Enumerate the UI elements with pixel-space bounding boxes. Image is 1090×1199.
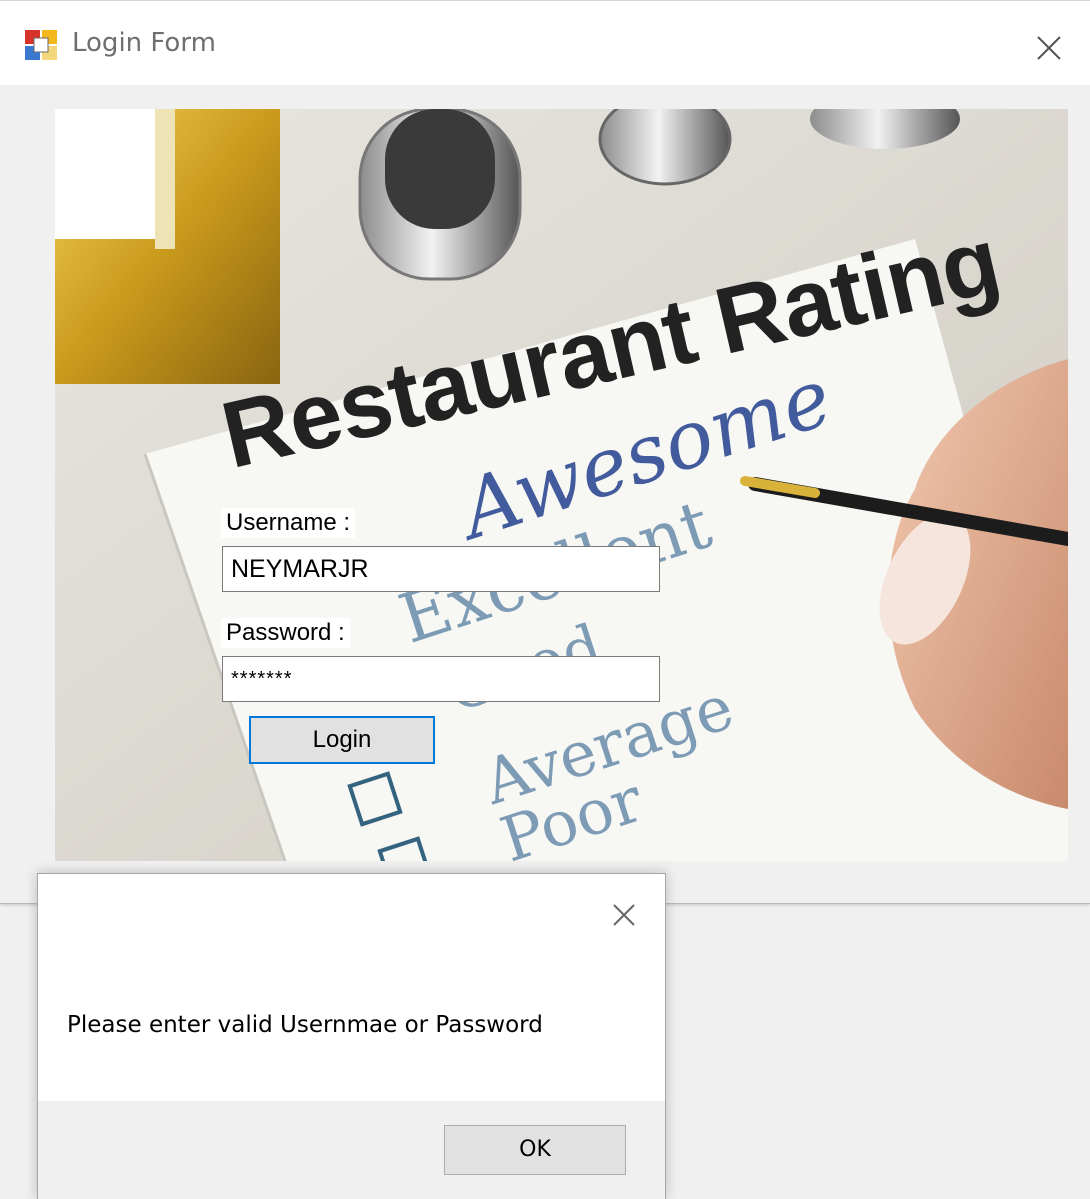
app-icon — [25, 30, 57, 60]
ok-button[interactable]: OK — [444, 1125, 626, 1175]
window-title: Login Form — [72, 28, 216, 58]
login-button[interactable]: Login — [249, 716, 435, 764]
message-text: Please enter valid Usernmae or Password — [67, 1012, 543, 1038]
form-client-area: Restaurant Rating Awesome Excellent Good… — [0, 85, 1090, 903]
username-label: Username : — [221, 508, 356, 538]
password-input[interactable] — [222, 656, 660, 702]
message-box-dialog: Please enter valid Usernmae or Password … — [37, 873, 666, 1199]
close-icon[interactable] — [1032, 31, 1066, 65]
background-picture: Restaurant Rating Awesome Excellent Good… — [55, 109, 1068, 861]
close-icon[interactable] — [609, 900, 639, 930]
login-form-window: Login Form Restaurant Rating Awesome Ave… — [0, 0, 1090, 904]
title-bar[interactable]: Login Form — [0, 1, 1090, 85]
username-input[interactable] — [222, 546, 660, 592]
password-label: Password : — [221, 618, 350, 648]
message-box-footer: OK — [38, 1101, 665, 1199]
